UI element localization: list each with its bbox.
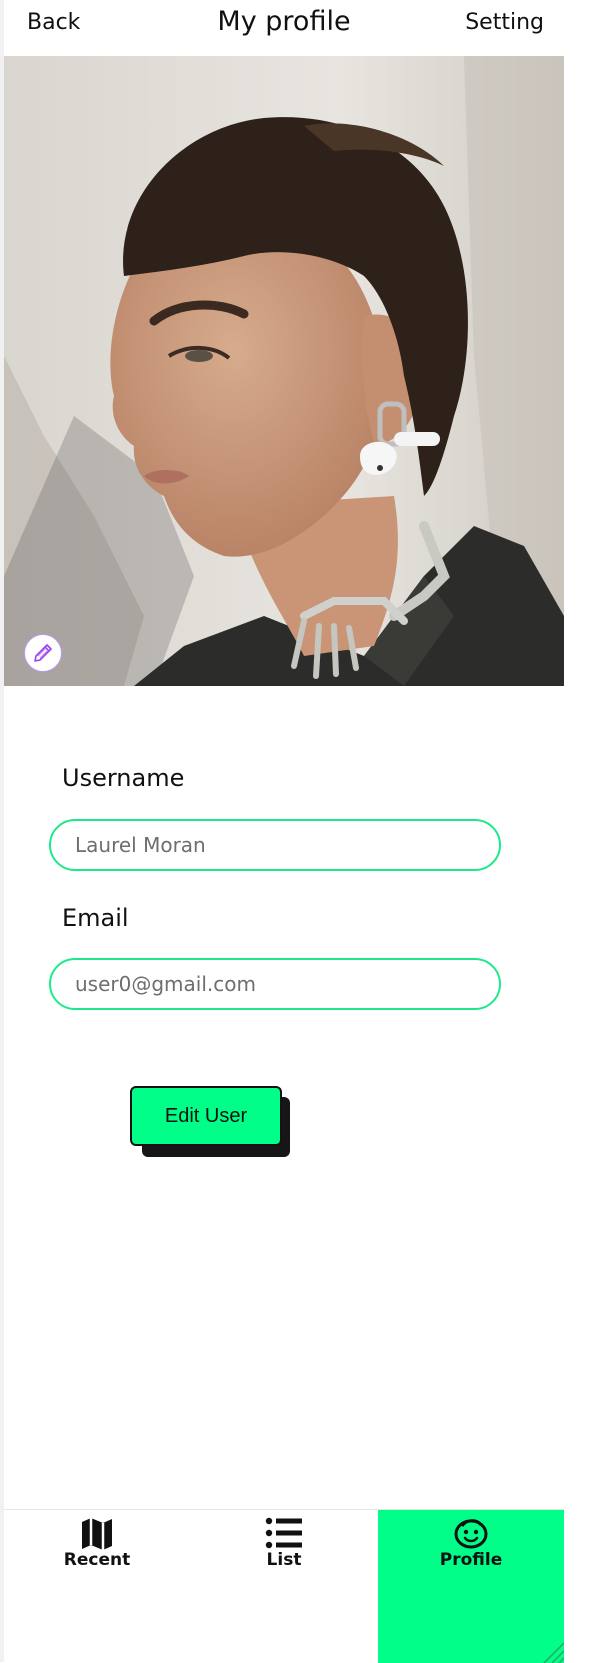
list-icon (265, 1517, 302, 1549)
app-header: Back My profile Setting (4, 0, 564, 56)
nav-item-profile[interactable]: Profile (378, 1510, 564, 1663)
edit-user-button[interactable]: Edit User (130, 1086, 282, 1146)
resize-grip-icon (543, 1642, 564, 1663)
email-input[interactable] (75, 960, 475, 1008)
nav-item-list[interactable]: List (191, 1510, 377, 1663)
nav-label-list: List (266, 1550, 302, 1570)
profile-photo (4, 56, 564, 686)
username-field-wrapper (49, 819, 501, 871)
nav-item-recent[interactable]: Recent (4, 1510, 190, 1663)
pencil-icon (34, 644, 52, 662)
nav-label-recent: Recent (63, 1550, 131, 1570)
username-label: Username (62, 764, 185, 792)
email-field-wrapper (49, 958, 501, 1010)
face-icon (454, 1519, 488, 1549)
nav-label-profile: Profile (439, 1550, 503, 1570)
edit-photo-button[interactable] (24, 634, 62, 672)
email-label: Email (62, 904, 129, 932)
username-input[interactable] (75, 821, 475, 869)
bottom-nav: Recent List Profile (4, 1509, 564, 1663)
right-rail (564, 0, 598, 1662)
setting-button[interactable]: Setting (465, 10, 544, 35)
map-icon (82, 1518, 112, 1550)
